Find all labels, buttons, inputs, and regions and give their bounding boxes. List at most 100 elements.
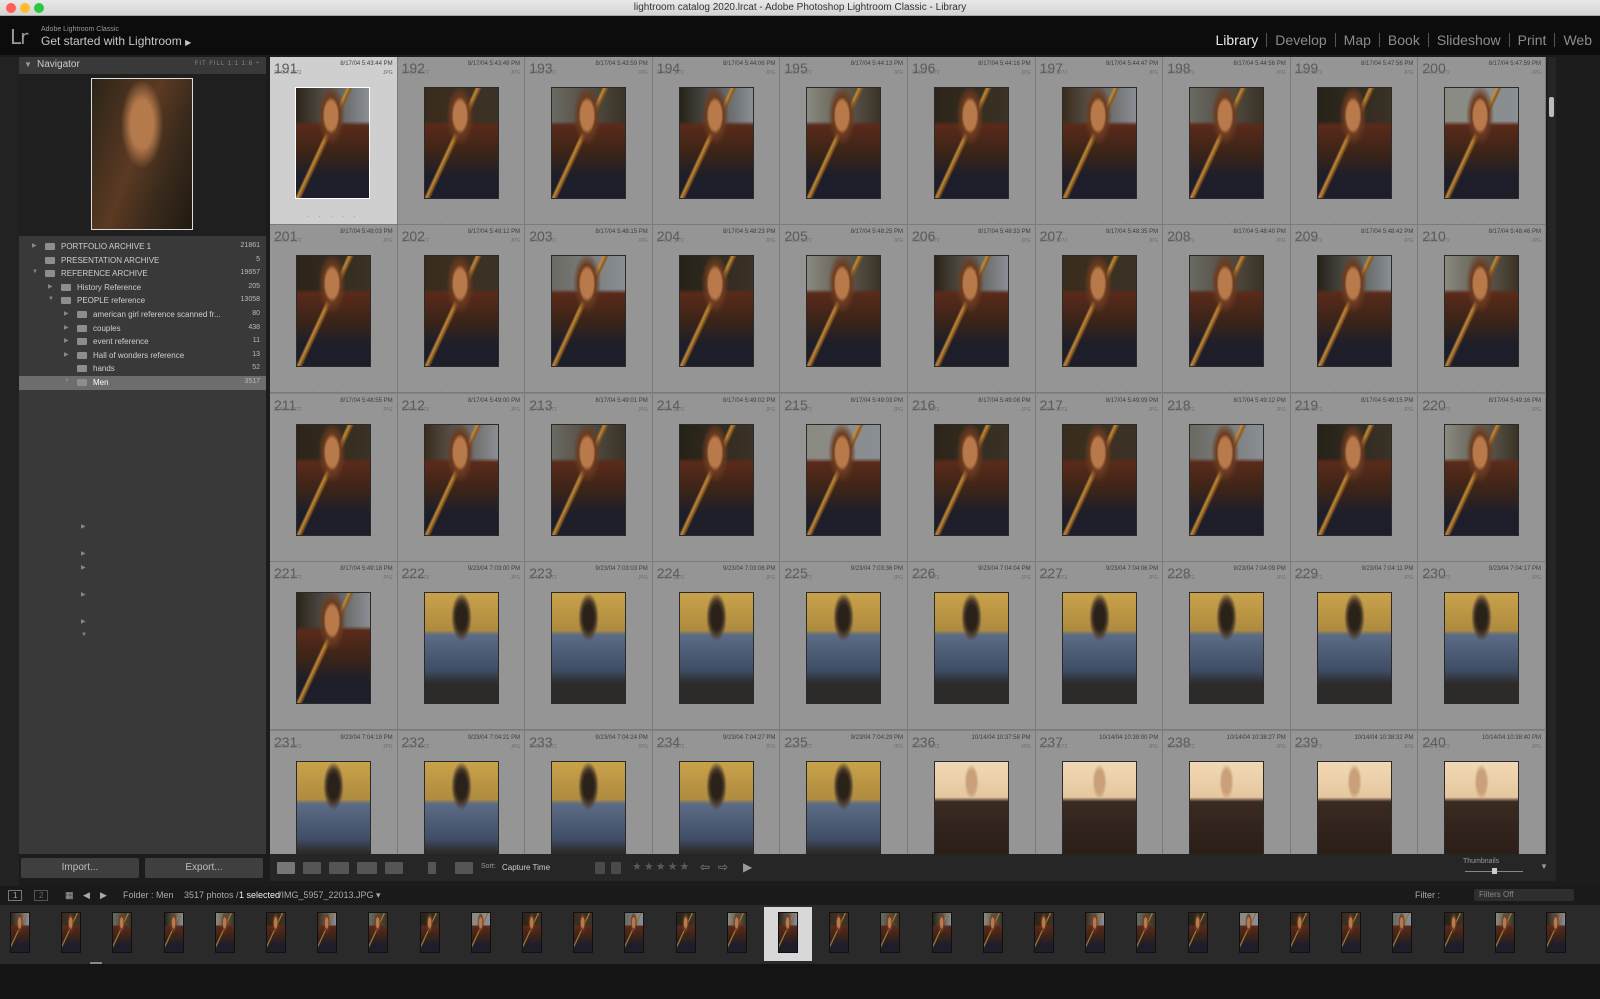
expand-triangle-icon[interactable]: ▶ (32, 242, 37, 249)
back-arrow-icon[interactable]: ◀ (83, 890, 90, 901)
filmstrip-thumbnail[interactable] (880, 912, 901, 953)
expand-triangle-icon[interactable]: ▶ (64, 337, 69, 344)
photo-thumbnail[interactable] (1316, 255, 1392, 368)
photo-thumbnail[interactable] (295, 87, 370, 199)
grid-cell[interactable]: 223 9/23/04 7:03:03 PM 2048 x 3072 JPG · · ·… (525, 562, 653, 731)
forward-arrow-icon[interactable]: ▶ (100, 890, 107, 901)
grid-cell[interactable]: 23610/14/04 10:37:58 PM2048 x 3072JPG· ·… (908, 730, 1036, 854)
main-screen-button[interactable]: 1 (8, 890, 23, 901)
expand-triangle-icon[interactable]: ▶ (81, 591, 86, 598)
filmstrip-thumbnail[interactable] (1238, 912, 1259, 953)
collapse-triangle-icon[interactable]: ▼ (32, 269, 38, 275)
rating-dots[interactable]: · · · · · (1163, 382, 1290, 388)
grid-cell[interactable]: 23910/14/04 10:38:32 PM2048 x 3072JPG· ·… (1290, 730, 1419, 854)
rating-dots[interactable]: · · · · · (1418, 551, 1545, 557)
grid-cell[interactable]: 225 9/23/04 7:03:36 PM 2048 x 3072 JPG · · ·… (780, 562, 908, 731)
photo-thumbnail[interactable] (934, 760, 1009, 854)
grid-cell[interactable]: 201 8/17/04 5:48:03 PM 2048 x 3072 JPG · · ·… (270, 225, 398, 394)
right-edge-collapse[interactable] (1556, 57, 1600, 886)
folder-row[interactable]: ▼ REFERENCE ARCHIVE 19657 (19, 267, 266, 281)
grid-cell[interactable]: 215 8/17/04 5:49:03 PM 2048 x 3072 JPG · · ·… (780, 393, 908, 562)
sort-direction-icon[interactable] (455, 862, 473, 874)
rating-dots[interactable]: · · · · · (1163, 719, 1290, 725)
folder-row[interactable]: ▼ Men 3517 (19, 375, 266, 390)
grid-cell[interactable]: 199 8/17/04 5:47:56 PM 2048 x 3072 JPG · · ·… (1290, 57, 1419, 225)
folder-source[interactable]: Folder : Men (123, 890, 174, 900)
module-library[interactable]: Library (1208, 32, 1267, 48)
filmstrip-thumbnail[interactable] (829, 912, 850, 953)
toolbar-options-icon[interactable]: ▼ (1540, 862, 1548, 871)
grid-cell[interactable]: 202 8/17/04 5:48:12 PM 2048 x 3072 JPG · · ·… (397, 225, 526, 394)
grid-cell[interactable]: 2349/23/04 7:04:27 PM2048 x 3072JPG· · ·… (652, 730, 781, 854)
navigator-header[interactable]: ▼ Navigator FIT FILL 1:1 1:8 ÷ (19, 57, 266, 74)
expand-triangle-icon[interactable]: ▶ (81, 550, 86, 557)
filmstrip-thumbnail[interactable] (931, 912, 952, 953)
survey-view-icon[interactable] (357, 862, 377, 874)
grid-cell[interactable]: 212 8/17/04 5:49:00 PM 2048 x 3072 JPG · · ·… (397, 393, 526, 562)
photo-thumbnail[interactable] (1444, 423, 1520, 536)
grid-cell[interactable]: 219 8/17/04 5:49:15 PM 2048 x 3072 JPG · · ·… (1290, 393, 1419, 562)
photo-thumbnail[interactable] (934, 423, 1009, 536)
photo-thumbnail[interactable] (1061, 592, 1137, 705)
photo-thumbnail[interactable] (1316, 423, 1392, 536)
module-develop[interactable]: Develop (1267, 32, 1334, 48)
grid-cell[interactable]: 229 9/23/04 7:04:11 PM 2048 x 3072 JPG · · ·… (1290, 562, 1419, 731)
rating-dots[interactable]: · · · · · (1291, 214, 1418, 220)
rating-dots[interactable]: · · · · · (1418, 214, 1545, 220)
photo-thumbnail[interactable] (1444, 592, 1520, 705)
photo-thumbnail[interactable] (1316, 592, 1392, 705)
filmstrip-thumbnail[interactable] (163, 912, 184, 953)
rating-dots[interactable]: · · · · · (398, 214, 525, 220)
scroll-thumb[interactable] (1549, 97, 1554, 117)
photo-thumbnail[interactable] (678, 760, 754, 854)
filmstrip-thumbnail[interactable] (1443, 912, 1464, 953)
photo-thumbnail[interactable] (423, 255, 499, 368)
get-started-link[interactable]: Get started with Lightroom ▶ (41, 34, 191, 48)
rating-dots[interactable]: · · · · · (653, 214, 780, 220)
filmstrip-thumbnail[interactable] (1136, 912, 1157, 953)
photo-thumbnail[interactable] (934, 87, 1009, 199)
export-button[interactable]: Export... (145, 858, 263, 878)
filmstrip-thumbnail[interactable] (317, 912, 338, 953)
rating-dots[interactable]: · · · · · (653, 382, 780, 388)
expand-triangle-icon[interactable]: ▶ (64, 310, 69, 317)
grid-cell[interactable]: 230 9/23/04 7:04:17 PM 2048 x 3072 JPG · · ·… (1418, 562, 1546, 731)
photo-thumbnail[interactable] (678, 255, 754, 368)
filmstrip-thumbnail[interactable] (470, 912, 491, 953)
photo-thumbnail[interactable] (551, 255, 627, 368)
grid-cell[interactable]: 224 9/23/04 7:03:06 PM 2048 x 3072 JPG · · ·… (652, 562, 781, 731)
rating-dots[interactable]: · · · · · (1291, 382, 1418, 388)
folder-row[interactable]: ▶ Hall of wonders reference 13 (19, 349, 266, 363)
flag-reject-icon[interactable] (611, 862, 621, 874)
rating-dots[interactable]: · · · · · (780, 214, 907, 220)
filmstrip-thumbnail[interactable] (266, 912, 286, 953)
rating-dots[interactable]: · · · · · (1291, 719, 1418, 725)
painter-icon[interactable] (428, 862, 436, 874)
photo-thumbnail[interactable] (551, 592, 627, 705)
filmstrip-thumbnail[interactable] (522, 912, 542, 953)
photo-thumbnail[interactable] (1316, 87, 1392, 199)
rating-dots[interactable]: · · · · · (1418, 382, 1545, 388)
grid-cell[interactable]: 209 8/17/04 5:48:42 PM 2048 x 3072 JPG · · ·… (1290, 225, 1419, 394)
rating-dots[interactable]: · · · · · (780, 551, 907, 557)
grid-view-icon[interactable] (277, 862, 295, 874)
rating-dots[interactable]: · · · · · (1036, 719, 1163, 725)
photo-thumbnail[interactable] (1444, 87, 1520, 199)
expand-triangle-icon[interactable]: ▶ (48, 283, 53, 290)
photo-thumbnail[interactable] (1061, 423, 1137, 536)
grid-cell[interactable]: 208 8/17/04 5:48:40 PM 2048 x 3072 JPG · · ·… (1163, 225, 1291, 394)
grid-cell[interactable]: 204 8/17/04 5:48:23 PM 2048 x 3072 JPG · · ·… (652, 225, 781, 394)
people-view-icon[interactable] (385, 862, 403, 874)
grid-cell[interactable]: 2339/23/04 7:04:24 PM2048 x 3072JPG· · ·… (525, 730, 653, 854)
photo-thumbnail[interactable] (806, 760, 882, 854)
grid-cell[interactable]: 217 8/17/04 5:49:09 PM 2048 x 3072 JPG · · ·… (1035, 393, 1164, 562)
grid-cell[interactable]: 222 9/23/04 7:03:00 PM 2048 x 3072 JPG · · ·… (397, 562, 526, 731)
loupe-view-icon[interactable] (303, 862, 321, 874)
filmstrip-thumbnail[interactable] (1392, 912, 1413, 953)
grid-cell[interactable]: 192 8/17/04 5:43:49 PM 2048 x 3072 JPG · · ·… (397, 57, 526, 225)
photo-thumbnail[interactable] (934, 255, 1009, 368)
filmstrip-thumbnail[interactable] (778, 912, 798, 953)
filmstrip-thumbnail[interactable] (1187, 912, 1208, 953)
grid-cell[interactable]: 210 8/17/04 5:48:46 PM 2048 x 3072 JPG · · ·… (1418, 225, 1546, 394)
photo-thumbnail[interactable] (423, 87, 499, 199)
